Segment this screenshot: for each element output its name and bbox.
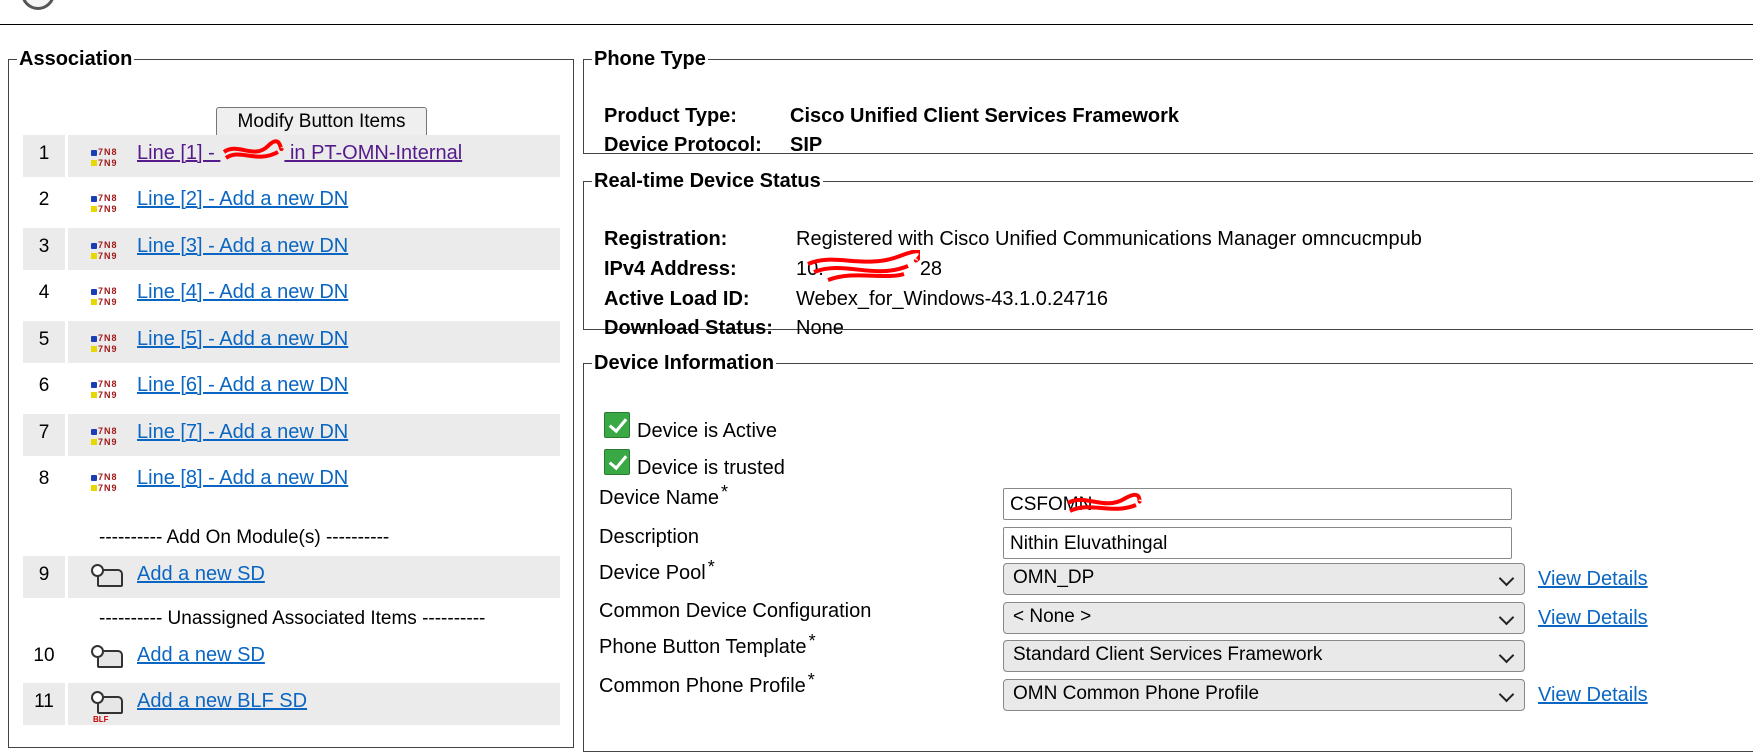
line-4-link[interactable]: Line [4] - Add a new DN [137,281,348,304]
device-information-panel: Device Information Device is Active Devi… [583,352,1753,752]
row-number: 7 [38,422,50,443]
line-icon: 7N8 7N9 [91,147,125,173]
common-phone-profile-select[interactable]: OMN Common Phone Profile [1003,679,1525,711]
device-protocol-label: Device Protocol: [604,134,762,156]
registration-label: Registration: [604,228,728,250]
row-number: 3 [38,236,50,257]
speed-dial-icon [91,564,125,590]
product-type-label: Product Type: [604,105,737,127]
association-row: 11 BLF Add a new BLF SD [23,683,561,725]
add-new-sd-link[interactable]: Add a new SD [137,644,265,667]
common-device-configuration-view-details-link[interactable]: View Details [1538,607,1648,630]
device-trusted-checkbox[interactable] [604,449,630,475]
line-icon: 7N8 7N9 [91,333,125,359]
chevron-down-icon [1498,686,1515,703]
ipv4-address-value: 10.​28 [796,250,942,282]
row-number: 1 [38,143,50,164]
chevron-down-icon [1498,609,1515,626]
association-row: 4 7N8 7N9 Line [4] - Add a new DN [23,274,561,316]
download-status-value: None [796,317,844,339]
association-row: 9 Add a new SD [23,556,561,598]
row-number: 4 [38,282,50,303]
association-row: 2 7N8 7N9 Line [2] - Add a new DN [23,181,561,223]
add-new-blf-sd-link[interactable]: Add a new BLF SD [137,690,307,713]
device-protocol-value: SIP [790,134,823,156]
chevron-down-icon [1498,647,1515,664]
line-icon: 7N8 7N9 [91,193,125,219]
redaction-mark [1066,492,1142,513]
row-number: 10 [33,645,55,666]
product-type-value: Cisco Unified Client Services Framework [790,105,1180,127]
unassigned-items-separator: ---------- Unassigned Associated Items -… [99,608,486,629]
common-phone-profile-label: Common Phone Profile * [599,670,815,697]
association-row: 8 7N8 7N9 Line [8] - Add a new DN [23,460,561,502]
device-pool-label: Device Pool * [599,557,715,584]
add-new-sd-link[interactable]: Add a new SD [137,563,265,586]
common-phone-profile-view-details-link[interactable]: View Details [1538,684,1648,707]
redaction-mark [223,139,285,160]
redaction-mark [806,250,920,282]
line-icon: 7N8 7N9 [91,426,125,452]
modify-button-items-button[interactable]: Modify Button Items [216,107,427,137]
association-row: 5 7N8 7N9 Line [5] - Add a new DN [23,321,561,363]
realtime-status-legend: Real-time Device Status [594,170,821,192]
row-number: 5 [38,329,50,350]
download-status-label: Download Status: [604,317,773,339]
line-1-link[interactable]: Line [1] - ​ in PT-OMN-Internal [137,139,462,165]
line-5-link[interactable]: Line [5] - Add a new DN [137,328,348,351]
row-number: 2 [38,189,50,210]
line-8-link[interactable]: Line [8] - Add a new DN [137,467,348,490]
row-number: 11 [34,691,54,712]
line-icon: 7N8 7N9 [91,286,125,312]
chevron-down-icon [1498,570,1515,587]
ipv4-address-label: IPv4 Address: [604,258,737,280]
device-name-field[interactable]: CSFOMN [1003,488,1512,520]
realtime-status-panel: Real-time Device Status Registration: Re… [583,170,1753,339]
common-device-configuration-label: Common Device Configuration [599,600,872,622]
row-number: 6 [38,375,50,396]
line-7-link[interactable]: Line [7] - Add a new DN [137,421,348,444]
association-row: 3 7N8 7N9 Line [3] - Add a new DN [23,228,561,270]
device-active-label: Device is Active [637,420,778,442]
active-load-id-label: Active Load ID: [604,288,750,310]
line-6-link[interactable]: Line [6] - Add a new DN [137,374,348,397]
line-icon: 7N8 7N9 [91,240,125,266]
description-label: Description [599,526,700,548]
row-number: 8 [38,468,50,489]
line-icon: 7N8 7N9 [91,472,125,498]
association-row: 7 7N8 7N9 Line [7] - Add a new DN [23,414,561,456]
phone-type-legend: Phone Type [594,48,706,70]
phone-button-template-label: Phone Button Template * [599,631,816,658]
phone-button-template-select[interactable]: Standard Client Services Framework [1003,640,1525,672]
association-row: 10 Add a new SD [23,637,561,679]
device-name-label: Device Name * [599,482,729,509]
line-2-link[interactable]: Line [2] - Add a new DN [137,188,348,211]
addon-module-separator: ---------- Add On Module(s) ---------- [99,527,390,548]
device-information-legend: Device Information [594,352,775,374]
association-row: 1 7N87N9 Line [1] - ​ in PT-OMN-Internal [23,135,561,177]
device-pool-view-details-link[interactable]: View Details [1538,568,1648,591]
active-load-id-value: Webex_for_Windows-43.1.0.24716 [796,288,1109,310]
registration-value: Registered with Cisco Unified Communicat… [796,228,1422,250]
association-legend: Association [19,48,133,70]
phone-type-panel: Phone Type Product Type: Cisco Unified C… [583,48,1753,156]
line-3-link[interactable]: Line [3] - Add a new DN [137,235,348,258]
cisco-logo-icon [21,0,55,10]
device-pool-select[interactable]: OMN_DP [1003,563,1525,595]
row-number: 9 [38,564,50,585]
line-icon: 7N8 7N9 [91,379,125,405]
association-row: 6 7N8 7N9 Line [6] - Add a new DN [23,367,561,409]
description-field[interactable]: Nithin Eluvathingal [1003,527,1512,559]
device-trusted-label: Device is trusted [637,457,785,479]
speed-dial-icon [91,645,125,671]
association-panel: Association Modify Button Items 1 7N8 7N9… [8,48,574,748]
device-active-checkbox[interactable] [604,412,630,438]
blf-speed-dial-icon: BLF [91,691,125,724]
common-device-configuration-select[interactable]: < None > [1003,602,1525,634]
top-header-bar [0,0,1753,25]
